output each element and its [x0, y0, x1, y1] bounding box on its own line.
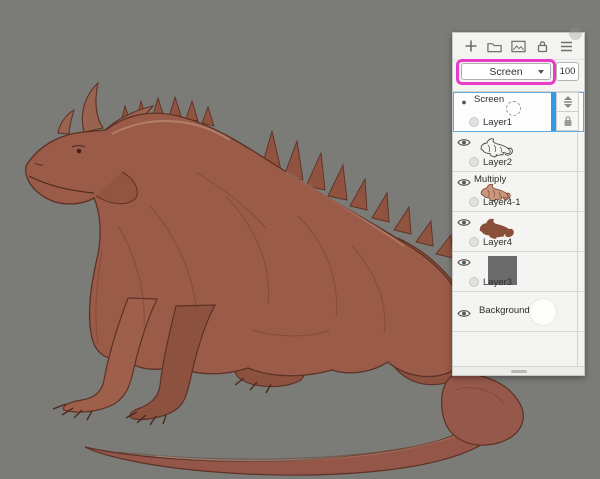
layer-secondary-toggle[interactable] — [469, 277, 479, 287]
layer-row-background[interactable]: Background — [453, 292, 584, 332]
layer-row-layer4-1[interactable]: Multiply Layer4-1 — [453, 172, 584, 212]
panel-corner-button[interactable] — [569, 27, 582, 40]
opacity-input[interactable]: 100 — [556, 62, 579, 81]
layer-secondary-toggle[interactable] — [469, 117, 479, 127]
layers-panel-toolbar — [453, 33, 584, 60]
opacity-value: 100 — [560, 66, 576, 77]
layer-name: Layer2 — [483, 157, 512, 168]
lock-layer-icon[interactable] — [556, 112, 579, 131]
visibility-eye-icon[interactable] — [457, 175, 471, 186]
folder-icon[interactable] — [486, 38, 503, 55]
layer-row-layer2[interactable]: Layer2 — [453, 132, 584, 172]
blend-mode-dropdown[interactable]: Screen — [461, 63, 551, 80]
layer-name: Layer4-1 — [483, 197, 521, 208]
visibility-eye-icon[interactable] — [457, 135, 471, 146]
panel-resize-grip[interactable] — [453, 366, 584, 375]
selected-row-gutter — [556, 92, 579, 131]
layers-panel: Screen 100 Screen Layer1 — [452, 32, 585, 376]
layer-secondary-toggle[interactable] — [469, 237, 479, 247]
layer-thumbnail-empty[interactable] — [506, 101, 521, 116]
visibility-eye-icon[interactable] — [457, 95, 471, 106]
visibility-eye-icon[interactable] — [457, 215, 471, 226]
scrollbar-track[interactable] — [577, 117, 578, 366]
reorder-handle-icon[interactable] — [556, 92, 579, 112]
dropdown-caret-icon — [538, 70, 544, 74]
visibility-eye-icon[interactable] — [457, 255, 471, 266]
add-layer-icon[interactable] — [462, 38, 479, 55]
layer-row-layer4[interactable]: Layer4 — [453, 212, 584, 252]
layer-name: Layer4 — [483, 237, 512, 248]
canvas-ui-dot — [590, 423, 596, 429]
blend-opacity-row: Screen 100 — [453, 61, 584, 85]
layer-row-layer3[interactable]: Layer3 — [453, 252, 584, 292]
layer-name: Background — [479, 305, 530, 316]
background-color-swatch[interactable] — [530, 299, 556, 325]
grip-handle-icon — [511, 370, 527, 373]
layer-secondary-toggle[interactable] — [469, 157, 479, 167]
blend-mode-value: Screen — [489, 66, 522, 78]
layer-blend-label: Screen — [474, 94, 504, 105]
menu-icon[interactable] — [558, 38, 575, 55]
image-icon[interactable] — [510, 38, 527, 55]
layer-name: Layer3 — [483, 277, 512, 288]
layer-name: Layer1 — [483, 117, 512, 128]
visibility-eye-icon[interactable] — [457, 306, 471, 317]
lock-icon[interactable] — [534, 38, 551, 55]
panel-empty-area — [453, 332, 584, 366]
layer-secondary-toggle[interactable] — [469, 197, 479, 207]
layer-list: Screen Layer1 Layer2 — [453, 91, 584, 332]
layer-row-layer1[interactable]: Screen Layer1 — [453, 92, 584, 132]
